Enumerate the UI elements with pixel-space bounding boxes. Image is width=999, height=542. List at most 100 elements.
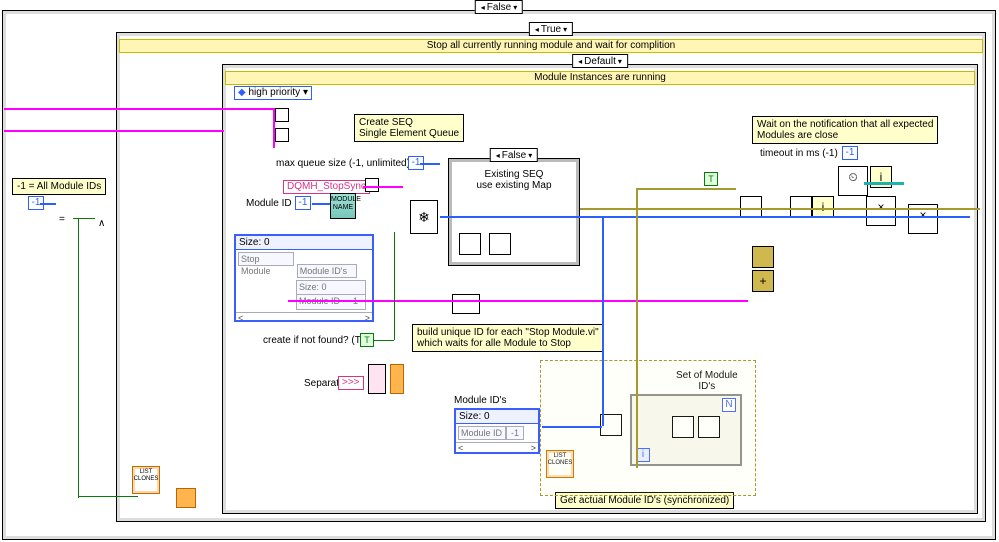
selector-down-icon[interactable]: ▾ — [511, 3, 519, 12]
block-diagram: ◂ False ▾ -1 = All Module IDs -1 = ∧ ◂ T… — [0, 0, 999, 542]
module-name-vi: MODULE NAME — [330, 193, 356, 219]
wire-error — [4, 108, 274, 110]
cluster-hscroll[interactable]: < > — [236, 312, 372, 324]
mid-case-value: True — [541, 24, 561, 35]
selector-down-icon[interactable]: ▾ — [616, 57, 624, 66]
module-ids-array[interactable]: Size: 0 Module ID -1 < > — [454, 408, 540, 454]
tip-create-seq: Create SEQ Single Element Queue — [354, 114, 464, 142]
outer-case-value: False — [487, 2, 511, 13]
concat-strings — [368, 364, 386, 394]
wire-ref — [580, 208, 980, 210]
selector-left-icon[interactable]: ◂ — [533, 25, 541, 34]
cluster-sub-size: Size: 0 — [297, 281, 365, 295]
scroll-right-icon[interactable]: > — [531, 443, 536, 454]
const-dqmh-stopsync[interactable]: DQMH_StopSync — [283, 180, 370, 194]
wire-error — [288, 300, 748, 302]
wire-bool — [374, 340, 394, 341]
wire-error — [363, 186, 403, 188]
wire-i32 — [40, 203, 56, 205]
selector-left-icon[interactable]: ◂ — [576, 57, 584, 66]
seq-case: ◂ False ▾ Existing SEQ use existing Map — [448, 158, 580, 266]
wire-error — [4, 130, 224, 132]
wire-i32 — [312, 203, 330, 205]
wire-bool — [78, 218, 79, 498]
seq-sub-a — [459, 233, 481, 255]
obtain-seq-node: ❄ — [410, 200, 438, 234]
inner-title: Module Instances are running — [225, 71, 975, 85]
equals-node: = — [56, 209, 74, 231]
list-clones-outer: LIST CLONES — [132, 466, 160, 494]
outer-case-selector[interactable]: ◂ False ▾ — [475, 0, 523, 14]
module-ids-cell-label: Module ID — [458, 426, 506, 440]
seq-sub-b — [489, 233, 511, 255]
selector-down-icon[interactable]: ▾ — [561, 25, 569, 34]
seq-case-value: False — [502, 150, 526, 161]
obtain-notifier — [452, 294, 480, 314]
inner-case-selector[interactable]: ◂ Default ▾ — [572, 54, 628, 68]
wire-i32 — [542, 426, 602, 428]
str-helper — [365, 178, 379, 192]
label-max-queue-size: max queue size (-1, unlimited) — [276, 158, 410, 169]
wire-i32 — [602, 218, 604, 426]
module-ids-cell-value[interactable]: -1 — [506, 426, 524, 440]
const-create-true[interactable]: T — [360, 333, 374, 347]
enqueue-node — [790, 196, 812, 218]
module-ids-hscroll[interactable]: < > — [456, 442, 538, 454]
release-queue-node: × — [866, 196, 896, 226]
selector-down-icon[interactable]: ▾ — [526, 151, 534, 160]
and-icon: ∧ — [98, 218, 105, 229]
scroll-right-icon[interactable]: > — [365, 313, 370, 324]
wire-i32 — [440, 216, 970, 218]
scroll-left-icon[interactable]: < — [238, 313, 243, 324]
seq-case-text: Existing SEQ use existing Map — [449, 169, 579, 191]
err-cluster-node — [176, 488, 196, 508]
seq-icon: ❄ — [411, 201, 437, 233]
const-timeout[interactable]: -1 — [842, 146, 858, 160]
wire-ref — [636, 188, 736, 190]
label-timeout: timeout in ms (-1) — [760, 148, 838, 159]
wire-ref — [636, 188, 638, 468]
cluster-field-ids: Module ID's — [297, 264, 357, 278]
mid-title: Stop all currently running module and wa… — [119, 39, 983, 53]
add-map — [752, 246, 774, 268]
stop-module-cluster[interactable]: Size: 0 Stop Module Module ID's Size: 0 … — [234, 234, 374, 322]
high-priority-enum[interactable]: ◆ high priority ▾ — [234, 86, 312, 100]
module-ids-size: Size: 0 — [456, 410, 538, 424]
selector-left-icon[interactable]: ◂ — [479, 3, 487, 12]
wire-notifier — [864, 182, 904, 185]
seq-case-selector[interactable]: ◂ False ▾ — [490, 148, 538, 162]
wire-bool — [394, 232, 395, 340]
wire-bool — [78, 496, 138, 497]
cluster-sub-label: Module ID — [297, 295, 345, 309]
info-icon: i — [813, 197, 833, 217]
info-node-b: i — [812, 196, 834, 218]
wire-i32 — [420, 163, 440, 165]
and-node: ∧ — [95, 213, 113, 235]
queue-helper-a — [275, 108, 289, 122]
queue-helper-b — [275, 128, 289, 142]
wire-bool — [73, 218, 95, 219]
comment-all-module-ids: -1 = All Module IDs — [12, 178, 106, 195]
plus-node: + — [752, 270, 774, 292]
cluster-sub-value[interactable]: -1 — [345, 295, 363, 309]
scroll-left-icon[interactable]: < — [458, 443, 463, 454]
build-path — [390, 364, 404, 394]
const-module-id[interactable]: -1 — [295, 196, 311, 210]
equals-icon: = — [59, 214, 65, 225]
sync-group-frame — [540, 360, 756, 496]
wait-notification-node: ⏲ — [838, 166, 868, 196]
clock-icon: ⏲ — [839, 167, 867, 187]
wire-error — [273, 108, 275, 148]
label-create-if-not-found: create if not found? (T) — [263, 335, 364, 346]
cluster-field-stop: Stop Module — [238, 252, 294, 266]
selector-left-icon[interactable]: ◂ — [494, 151, 502, 160]
const-true-right[interactable]: T — [704, 172, 718, 186]
chevron-down-icon[interactable]: ▾ — [303, 87, 308, 98]
plus-icon: + — [753, 271, 773, 291]
dequeue-node — [740, 196, 762, 218]
high-priority-label: high priority — [248, 87, 300, 98]
const-separator[interactable]: >>> — [338, 376, 364, 390]
inner-case-value: Default — [584, 56, 616, 67]
label-module-ids: Module ID's — [454, 395, 507, 406]
mid-case-selector[interactable]: ◂ True ▾ — [529, 22, 573, 36]
